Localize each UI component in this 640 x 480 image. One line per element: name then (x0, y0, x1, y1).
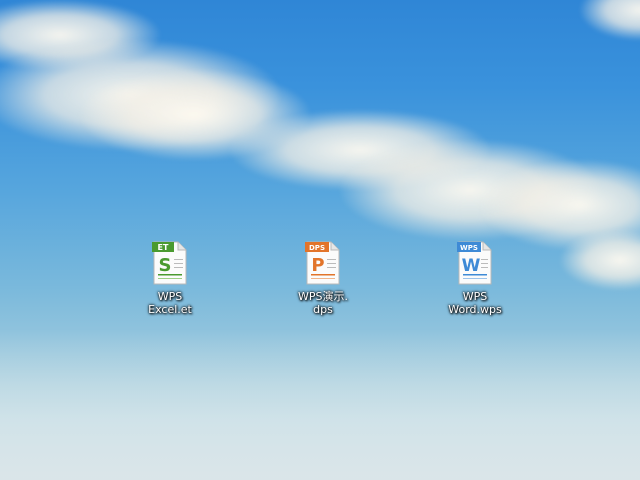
desktop-icon-excel[interactable]: ET S WPS Excel.et (133, 241, 207, 316)
app-letter: P (311, 255, 324, 276)
badge-text: ET (158, 243, 169, 252)
icon-label: WPS Excel.et (148, 290, 192, 316)
app-letter: S (159, 255, 172, 276)
desktop[interactable]: ET S WPS Excel.et DPS P WPS演示. dps WPS W… (0, 0, 640, 480)
wps-presentation-file-icon: DPS P (305, 241, 341, 285)
wps-spreadsheet-file-icon: ET S (152, 241, 188, 285)
desktop-icon-word[interactable]: WPS W WPS Word.wps (438, 241, 512, 316)
badge-text: DPS (309, 244, 325, 252)
wps-writer-file-icon: WPS W (457, 241, 493, 285)
app-letter: W (462, 256, 481, 276)
desktop-icon-presentation[interactable]: DPS P WPS演示. dps (286, 241, 360, 316)
icon-label: WPS演示. dps (298, 290, 348, 316)
icon-label: WPS Word.wps (448, 290, 502, 316)
badge-text: WPS (460, 244, 478, 252)
